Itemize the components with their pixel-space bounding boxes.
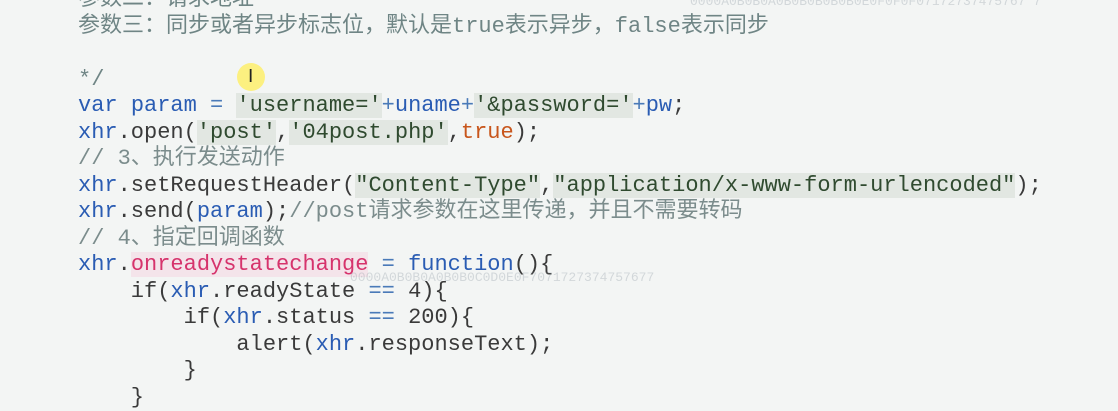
code-token-id: xhr	[316, 332, 356, 357]
code-editor[interactable]: 参数二：请求地址参数三：同步或者异步标志位，默认是true表示异步，false表…	[78, 0, 1042, 411]
code-token-cm: // 4、指定回调函数	[78, 226, 285, 251]
code-token-op: +	[382, 93, 395, 118]
code-token-id: xhr	[170, 279, 210, 304]
code-token-id: param	[197, 199, 263, 224]
code-line[interactable]: xhr.setRequestHeader("Content-Type","app…	[78, 173, 1042, 200]
code-token-pl: alert(	[78, 332, 316, 357]
code-token-op: ==	[368, 305, 394, 330]
code-token-pl: ;	[672, 93, 685, 118]
code-line[interactable]: xhr.send(param);//post请求参数在这里传递，并且不需要转码	[78, 199, 1042, 226]
code-token-id: xhr	[223, 305, 263, 330]
code-token-id: pw	[646, 93, 672, 118]
code-token-id: xhr	[78, 120, 118, 145]
code-token-bool: true	[461, 120, 514, 145]
code-token-kw: var	[78, 93, 118, 118]
code-token-str: "Content-Type"	[355, 173, 540, 198]
code-token-pl: .status	[263, 305, 369, 330]
code-token-pl: }	[78, 358, 197, 383]
code-token-id: xhr	[78, 199, 118, 224]
code-token-pl: ,	[540, 173, 553, 198]
code-token-str: '04post.php'	[289, 120, 447, 145]
code-token-op: +	[633, 93, 646, 118]
code-token-cm: // 3、执行发送动作	[78, 146, 285, 171]
code-line[interactable]: }	[78, 385, 1042, 411]
code-token-ev: onreadystatechange	[131, 252, 369, 277]
code-token-pl: .readyState	[210, 279, 368, 304]
text-cursor-icon: I	[248, 66, 253, 87]
watermark: 0000A0B0B0A0B0B0C0D0E0F7071727374757677	[350, 270, 654, 285]
code-line[interactable]: // 4、指定回调函数	[78, 226, 1042, 253]
code-token-id: param	[131, 93, 197, 118]
code-line[interactable]: alert(xhr.responseText);	[78, 332, 1042, 359]
code-token-pl: if(	[78, 305, 223, 330]
code-token-id: xhr	[78, 173, 118, 198]
code-token-pl: .open(	[118, 120, 197, 145]
code-token-cmt: */	[78, 67, 104, 92]
code-token-cmt: 参数二：请求地址	[78, 0, 254, 12]
code-token-pl: .send(	[118, 199, 197, 224]
code-token-pl: ,	[448, 120, 461, 145]
code-line[interactable]: */	[78, 67, 1042, 94]
code-line[interactable]: var param = 'username='+uname+'&password…	[78, 93, 1042, 120]
code-token-pl: .	[118, 252, 131, 277]
code-token-id: xhr	[78, 252, 118, 277]
code-token-pl	[118, 93, 131, 118]
code-token-pl: .responseText);	[355, 332, 553, 357]
watermark: 0000A0B0B0A0B0B0B0B0B0E0F0F0F07172737475…	[690, 0, 1041, 9]
code-line[interactable]: if(xhr.status == 200){	[78, 305, 1042, 332]
code-line[interactable]: xhr.open('post','04post.php',true);	[78, 120, 1042, 147]
code-line[interactable]	[78, 40, 1042, 67]
code-token-str: '&password='	[474, 93, 632, 118]
code-token-pl: ,	[276, 120, 289, 145]
code-token-pl: .setRequestHeader(	[118, 173, 356, 198]
code-token-pl: );	[263, 199, 289, 224]
code-token-pl: );	[514, 120, 540, 145]
code-token-str: 'username='	[236, 93, 381, 118]
code-line[interactable]: 参数三：同步或者异步标志位，默认是true表示异步，false表示同步	[78, 14, 1042, 41]
code-line[interactable]: // 3、执行发送动作	[78, 146, 1042, 173]
code-token-str: "application/x-www-form-urlencoded"	[553, 173, 1015, 198]
code-token-pl: if(	[78, 279, 170, 304]
code-token-op: +	[461, 93, 474, 118]
code-token-op: =	[197, 93, 237, 118]
code-token-cmt: 参数三：同步或者异步标志位，默认是true表示异步，false表示同步	[78, 14, 769, 39]
code-token-pl: 200){	[395, 305, 474, 330]
code-token-str: 'post'	[197, 120, 276, 145]
code-token-id: uname	[395, 93, 461, 118]
code-token-pl: }	[78, 385, 144, 410]
code-line[interactable]: }	[78, 358, 1042, 385]
code-token-pl: );	[1015, 173, 1041, 198]
code-token-cm: //post请求参数在这里传递，并且不需要转码	[289, 199, 742, 224]
